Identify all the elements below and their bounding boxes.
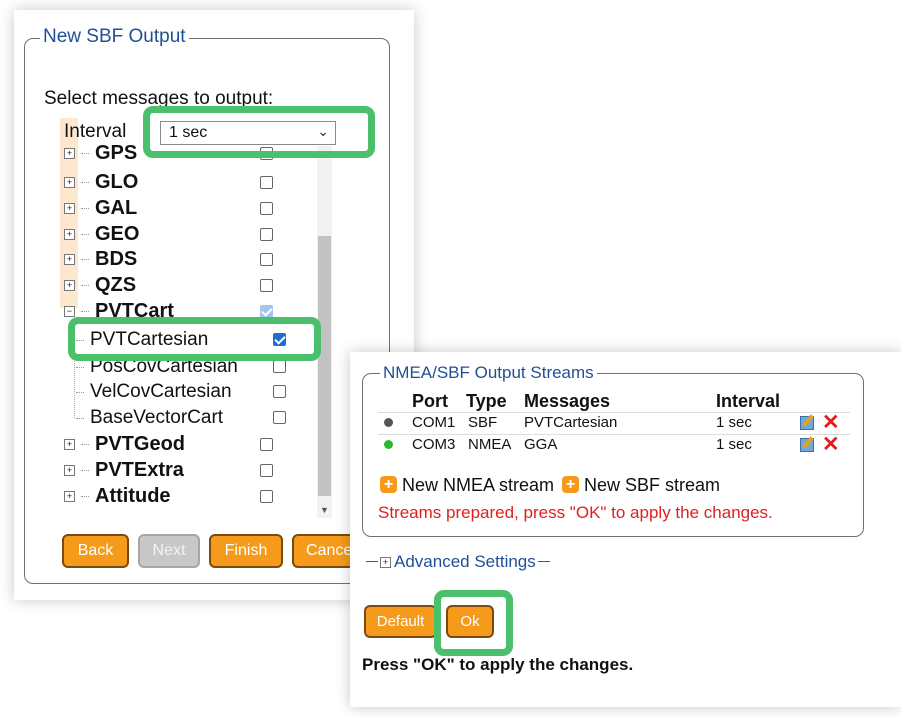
- tree-label-pvtextra: PVTExtra: [95, 458, 184, 481]
- header-type: Type: [466, 391, 507, 411]
- tree-row-glo[interactable]: + GLO: [64, 169, 138, 195]
- add-icon[interactable]: +: [380, 476, 397, 493]
- header-port: Port: [412, 391, 448, 411]
- tree-row-qzs[interactable]: + QZS: [64, 272, 136, 298]
- tree-label-gps: GPS: [95, 141, 138, 164]
- checkbox-pvtextra[interactable]: [260, 464, 273, 477]
- expand-icon[interactable]: +: [380, 557, 391, 568]
- row2-messages: GGA: [524, 436, 558, 453]
- finish-button[interactable]: Finish: [209, 534, 283, 568]
- checkbox-glo[interactable]: [260, 176, 273, 189]
- tree-label-bds: BDS: [95, 247, 138, 270]
- tree-row-geo[interactable]: + GEO: [64, 221, 139, 247]
- status-message: Streams prepared, press "OK" to apply th…: [378, 503, 773, 522]
- row1-interval: 1 sec: [716, 414, 752, 431]
- add-icon[interactable]: +: [562, 476, 579, 493]
- edit-icon[interactable]: [800, 416, 814, 430]
- expand-icon[interactable]: +: [64, 202, 75, 214]
- row2-interval: 1 sec: [716, 436, 752, 453]
- tree-row-pvtgeod[interactable]: + PVTGeod: [64, 431, 185, 457]
- delete-icon[interactable]: ✕: [822, 434, 840, 455]
- tree-row-pvtextra[interactable]: + PVTExtra: [64, 457, 184, 483]
- tree-label-gal: GAL: [95, 196, 138, 219]
- row2-port: COM3: [412, 436, 456, 453]
- apply-instructions: Press "OK" to apply the changes.: [362, 655, 634, 674]
- row1-messages: PVTCartesian: [524, 414, 618, 431]
- back-button[interactable]: Back: [62, 534, 129, 568]
- checkbox-poscovcartesian[interactable]: [273, 360, 286, 373]
- tree-row-velcovcartesian[interactable]: VelCovCartesian: [76, 379, 232, 405]
- tree-scrollbar-thumb[interactable]: [318, 236, 331, 496]
- delete-icon[interactable]: ✕: [822, 412, 840, 433]
- checkbox-attitude[interactable]: [260, 490, 273, 503]
- output-streams-legend: NMEA/SBF Output Streams: [380, 363, 597, 383]
- tree-row-gal[interactable]: + GAL: [64, 195, 137, 221]
- expand-icon[interactable]: +: [64, 176, 75, 188]
- new-sbf-output-legend: New SBF Output: [40, 26, 189, 48]
- scroll-down-icon[interactable]: ▼: [320, 505, 329, 515]
- tree-label-glo: GLO: [95, 170, 139, 193]
- expand-icon[interactable]: +: [64, 438, 75, 450]
- tree-row-bds[interactable]: + BDS: [64, 246, 137, 272]
- edit-icon[interactable]: [800, 438, 814, 452]
- checkbox-basevectorcart[interactable]: [273, 411, 286, 424]
- next-button[interactable]: Next: [138, 534, 200, 568]
- tree-row-gps[interactable]: + GPS: [64, 140, 137, 166]
- ok-highlight: [434, 590, 513, 656]
- checkbox-bds[interactable]: [260, 253, 273, 266]
- checkbox-geo[interactable]: [260, 228, 273, 241]
- default-button[interactable]: Default: [364, 605, 437, 638]
- header-messages: Messages: [524, 391, 611, 411]
- expand-icon[interactable]: +: [64, 228, 75, 240]
- tree-label-basevectorcart: BaseVectorCart: [90, 407, 224, 428]
- expand-icon[interactable]: +: [64, 253, 75, 265]
- checkbox-gal[interactable]: [260, 202, 273, 215]
- checkbox-pvtgeod[interactable]: [260, 438, 273, 451]
- collapse-icon[interactable]: −: [64, 305, 75, 317]
- pvtcartesian-highlight: [68, 317, 321, 361]
- tree-label-attitude: Attitude: [95, 484, 171, 507]
- row1-port: COM1: [412, 414, 456, 431]
- tree-row-attitude[interactable]: + Attitude: [64, 483, 171, 509]
- status-dot-icon: [384, 440, 393, 449]
- row2-type: NMEA: [468, 436, 512, 453]
- row1-type: SBF: [468, 414, 498, 431]
- status-dot-icon: [384, 418, 393, 427]
- interval-highlight: [143, 106, 375, 158]
- advanced-settings-toggle[interactable]: Advanced Settings: [394, 552, 536, 572]
- tree-label-pvtgeod: PVTGeod: [95, 432, 186, 455]
- checkbox-velcovcartesian[interactable]: [273, 385, 286, 398]
- tree-label-qzs: QZS: [95, 273, 137, 296]
- tree-label-velcovcartesian: VelCovCartesian: [90, 381, 232, 402]
- tree-row-basevectorcart[interactable]: BaseVectorCart: [76, 405, 223, 431]
- new-nmea-stream-link[interactable]: New NMEA stream: [402, 475, 554, 496]
- expand-icon[interactable]: +: [64, 147, 75, 159]
- expand-icon[interactable]: +: [64, 490, 75, 502]
- checkbox-qzs[interactable]: [260, 279, 273, 292]
- tree-label-geo: GEO: [95, 222, 140, 245]
- header-interval: Interval: [716, 391, 781, 411]
- expand-icon[interactable]: +: [64, 464, 75, 476]
- expand-icon[interactable]: +: [64, 279, 75, 291]
- new-sbf-stream-link[interactable]: New SBF stream: [584, 475, 720, 496]
